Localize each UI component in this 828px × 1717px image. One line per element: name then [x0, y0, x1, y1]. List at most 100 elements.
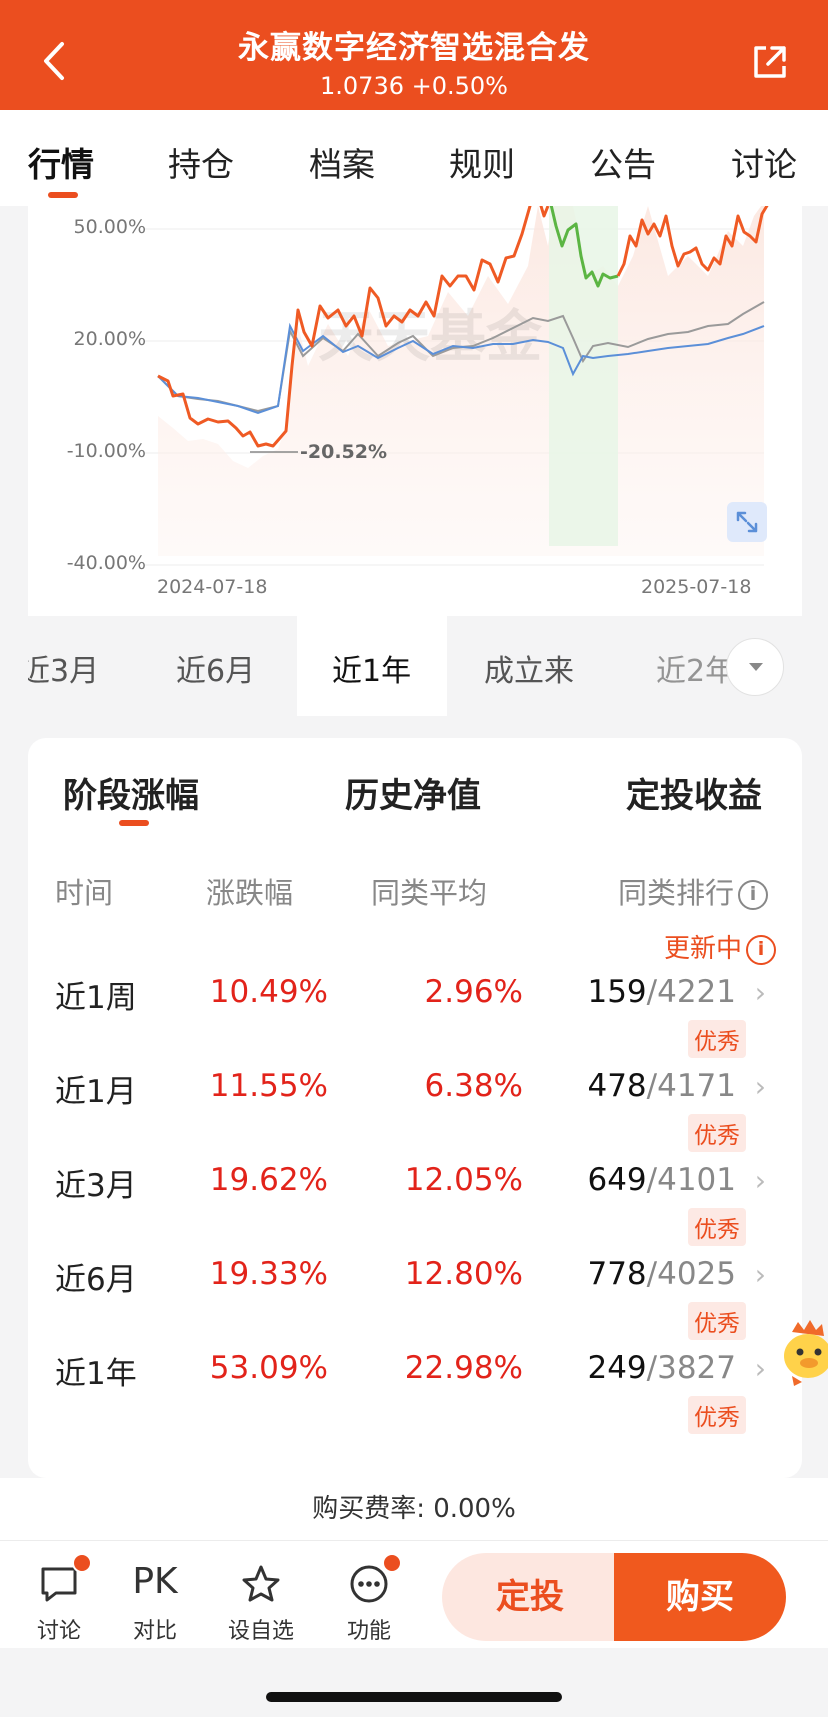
y-tick-label: -40.00% [66, 552, 146, 574]
subtab-stage-return[interactable]: 阶段涨幅 [63, 768, 199, 817]
range-1y[interactable]: 近1年 [332, 646, 411, 690]
range-3m[interactable]: 近3月 [28, 646, 99, 690]
chart-watermark: 天天基金 [318, 307, 543, 369]
assistant-mascot-icon[interactable] [778, 1318, 828, 1388]
bottom-action-bar: 讨论 PK 对比 设自选 功能 定投 购买 [0, 1540, 828, 1648]
rating-badge: 优秀 [688, 1396, 746, 1434]
rank-total: /4101 [646, 1162, 736, 1198]
y-tick-label: 50.00% [73, 216, 146, 238]
row-average: 2.96% [424, 974, 523, 1010]
row-rank: 778/4025 [587, 1256, 736, 1292]
row-change: 11.55% [209, 1068, 328, 1104]
rank-value: 249 [587, 1350, 647, 1386]
row-average: 12.05% [404, 1162, 523, 1198]
fund-nav-change: 1.0736 +0.50% [320, 72, 508, 100]
buy-button[interactable]: 购买 [614, 1553, 786, 1641]
range-6m[interactable]: 近6月 [176, 646, 255, 690]
rating-badge: 优秀 [688, 1114, 746, 1152]
row-average: 6.38% [424, 1068, 523, 1104]
row-change: 53.09% [209, 1350, 328, 1386]
compare-label: 对比 [132, 1619, 177, 1644]
functions-button[interactable]: 功能 [324, 1541, 414, 1649]
subtab-history-nav[interactable]: 历史净值 [345, 768, 481, 817]
rating-badge: 优秀 [688, 1208, 746, 1246]
chevron-right-icon: › [754, 1070, 766, 1103]
row-average: 22.98% [404, 1350, 523, 1386]
home-indicator[interactable] [266, 1692, 562, 1702]
rank-value: 778 [587, 1256, 647, 1292]
row-change: 19.62% [209, 1162, 328, 1198]
row-period: 近1周 [55, 980, 137, 1016]
chevron-right-icon: › [754, 1258, 766, 1291]
tab-profile[interactable]: 档案 [309, 138, 375, 186]
dropdown-icon [749, 663, 763, 671]
compare-button[interactable]: PK 对比 [110, 1541, 200, 1649]
row-average: 12.80% [404, 1256, 523, 1292]
purchase-fee-rate: 购买费率: 0.00% [0, 1478, 828, 1540]
tab-rules[interactable]: 规则 [449, 138, 515, 186]
tab-discussion[interactable]: 讨论 [731, 138, 797, 186]
info-icon[interactable]: i [738, 880, 769, 910]
fullscreen-button[interactable] [727, 502, 767, 542]
row-rank: 159/4221 [587, 974, 736, 1010]
range-selector: 近3月 近6月 近1年 成立来 近2年 [28, 616, 802, 716]
header-rank: 同类排行 [618, 876, 735, 910]
discussion-label: 讨论 [36, 1619, 81, 1644]
chevron-right-icon: › [754, 1352, 766, 1385]
rank-total: /4221 [646, 974, 736, 1010]
rank-total: /4171 [646, 1068, 736, 1104]
discussion-button[interactable]: 讨论 [14, 1541, 104, 1649]
row-period: 近3月 [55, 1168, 137, 1204]
tab-market[interactable]: 行情 [28, 138, 94, 186]
range-2y[interactable]: 近2年 [656, 646, 735, 690]
range-since-inception[interactable]: 成立来 [484, 646, 574, 690]
rank-value: 649 [587, 1162, 647, 1198]
chevron-right-icon: › [754, 976, 766, 1009]
table-row[interactable]: 近1月 11.55% 6.38% 478/4171 › 优秀 [28, 1066, 802, 1160]
fund-area [158, 206, 764, 556]
header-rank-wrap: 同类排行 i [618, 870, 769, 912]
y-tick-label: 20.00% [73, 328, 146, 350]
fund-title: 永赢数字经济智选混合发 [238, 30, 590, 66]
row-rank: 249/3827 [587, 1350, 736, 1386]
share-button[interactable] [750, 42, 790, 82]
rank-total: /4025 [646, 1256, 736, 1292]
x-end-label: 2025-07-18 [641, 576, 752, 598]
info-icon[interactable]: i [746, 934, 776, 965]
notification-dot [382, 1553, 402, 1573]
rank-value: 159 [587, 974, 647, 1010]
header-change: 涨跌幅 [206, 876, 294, 910]
row-period: 近1月 [55, 1074, 137, 1110]
drawdown-band [549, 206, 618, 546]
tab-announcements[interactable]: 公告 [590, 138, 656, 186]
add-watchlist-button[interactable]: 设自选 [216, 1541, 306, 1649]
row-rank: 649/4101 [587, 1162, 736, 1198]
sip-button[interactable]: 定投 [442, 1553, 618, 1641]
updating-status: 更新中 i [664, 928, 776, 965]
row-period: 近1年 [55, 1356, 137, 1392]
subtab-indicator [119, 820, 149, 826]
star-icon [242, 1565, 280, 1602]
expand-icon [736, 511, 758, 533]
rating-badge: 优秀 [688, 1302, 746, 1340]
header-average: 同类平均 [371, 876, 488, 910]
performance-chart[interactable]: 天天基金 -20.52% 50.00% 20.00% -10.00% -40.0… [28, 206, 802, 616]
share-icon [754, 46, 786, 78]
table-row[interactable]: 近1周 10.49% 2.96% 159/4221 › 优秀 [28, 972, 802, 1066]
header-period: 时间 [55, 876, 114, 910]
rating-badge: 优秀 [688, 1020, 746, 1058]
top-bar: 永赢数字经济智选混合发 1.0736 +0.50% [0, 0, 828, 110]
range-more-button[interactable] [726, 638, 784, 696]
table-row[interactable]: 近1年 53.09% 22.98% 249/3827 › 优秀 [28, 1348, 802, 1442]
min-value-label: -20.52% [300, 441, 387, 463]
pk-icon: PK [132, 1561, 178, 1602]
table-row[interactable]: 近3月 19.62% 12.05% 649/4101 › 优秀 [28, 1160, 802, 1254]
table-row[interactable]: 近6月 19.33% 12.80% 778/4025 › 优秀 [28, 1254, 802, 1348]
functions-label: 功能 [346, 1619, 391, 1644]
row-rank: 478/4171 [587, 1068, 736, 1104]
active-tab-indicator [48, 192, 78, 198]
subtab-sip-return[interactable]: 定投收益 [626, 768, 762, 817]
y-tick-label: -10.00% [66, 440, 146, 462]
tab-holdings[interactable]: 持仓 [168, 138, 234, 186]
x-start-label: 2024-07-18 [157, 576, 268, 598]
